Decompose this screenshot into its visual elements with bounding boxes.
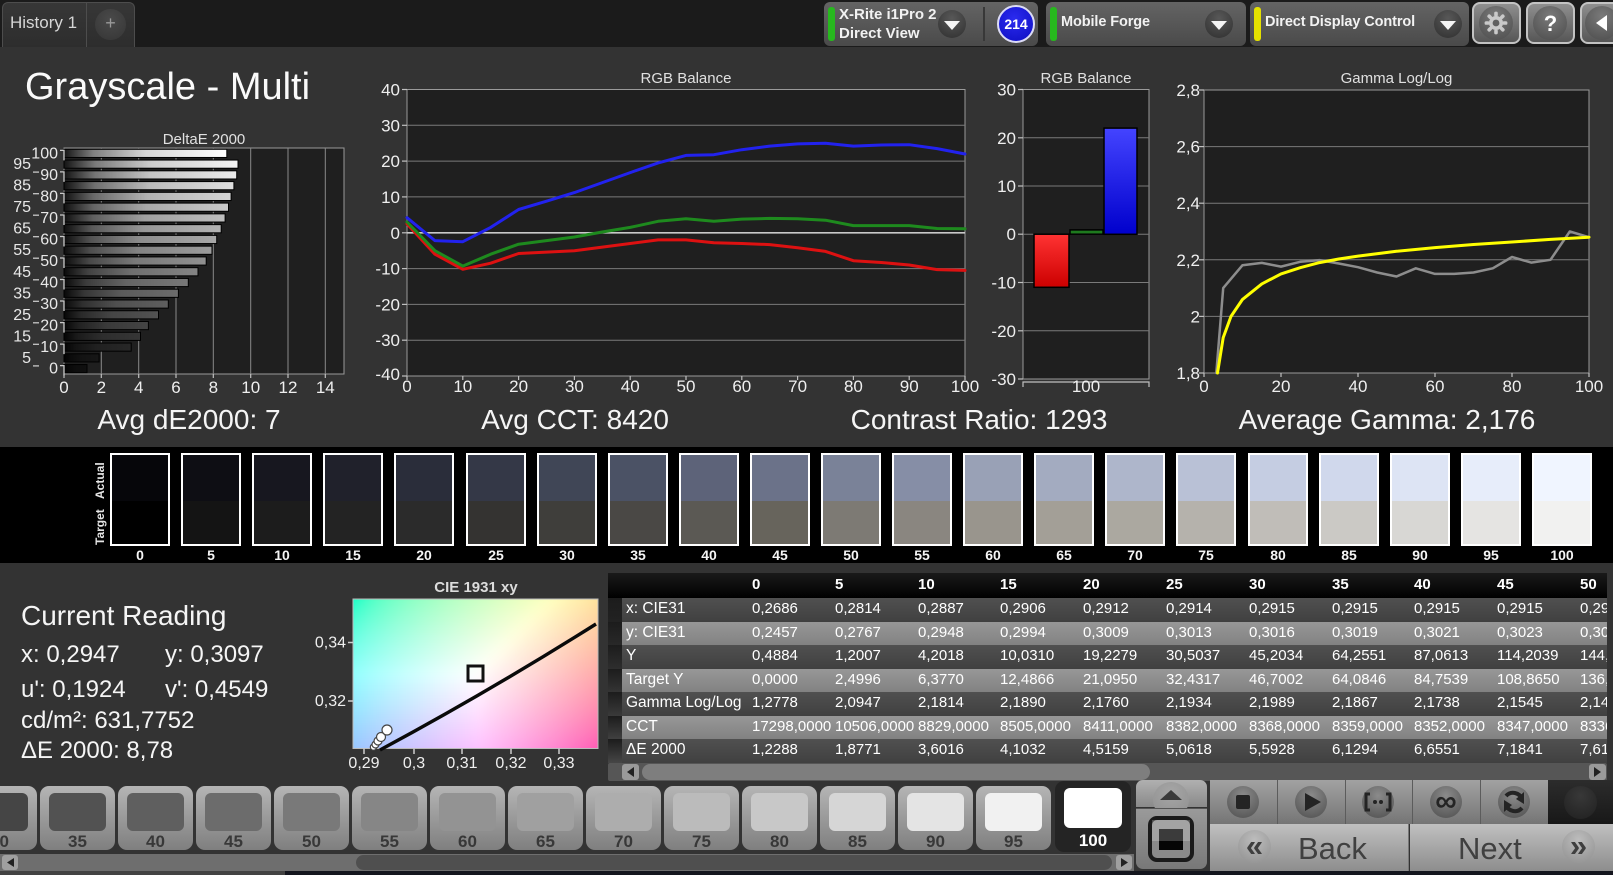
- svg-text:60: 60: [40, 232, 58, 249]
- svg-text:40: 40: [40, 275, 58, 292]
- svg-text:0: 0: [391, 224, 400, 243]
- svg-text:30: 30: [381, 116, 400, 135]
- svg-text:-30: -30: [991, 370, 1016, 389]
- svg-text:5: 5: [22, 350, 31, 367]
- svg-text:-30: -30: [375, 331, 400, 350]
- svg-text:-10: -10: [991, 274, 1016, 293]
- svg-text:Actual: Actual: [93, 462, 107, 499]
- svg-text:20: 20: [997, 129, 1016, 148]
- svg-text:70: 70: [40, 210, 58, 227]
- svg-text:0,29: 0,29: [348, 755, 379, 772]
- svg-text:1,8: 1,8: [1176, 364, 1200, 383]
- svg-text:CIE 1931 xy: CIE 1931 xy: [434, 579, 518, 596]
- svg-text:10: 10: [381, 188, 400, 207]
- svg-text:30: 30: [565, 377, 584, 396]
- svg-text:100: 100: [1575, 377, 1603, 396]
- svg-text:0,33: 0,33: [543, 755, 574, 772]
- svg-text:30: 30: [997, 81, 1016, 100]
- svg-text:0,31: 0,31: [446, 755, 477, 772]
- svg-text:80: 80: [40, 188, 58, 205]
- svg-text:90: 90: [40, 167, 58, 184]
- svg-text:15: 15: [13, 328, 31, 345]
- svg-text:10: 10: [997, 177, 1016, 196]
- svg-text:14: 14: [316, 378, 335, 397]
- svg-text:25: 25: [13, 307, 31, 324]
- svg-text:2,8: 2,8: [1176, 81, 1200, 100]
- svg-text:-40: -40: [375, 365, 400, 384]
- svg-text:0: 0: [49, 361, 58, 378]
- svg-text:RGB Balance: RGB Balance: [1041, 70, 1132, 87]
- svg-text:2,6: 2,6: [1176, 138, 1200, 157]
- svg-text:0,3: 0,3: [403, 755, 425, 772]
- svg-text:45: 45: [13, 264, 31, 281]
- svg-text:20: 20: [40, 318, 58, 335]
- svg-text:0: 0: [59, 378, 68, 397]
- svg-text:-20: -20: [375, 295, 400, 314]
- svg-text:75: 75: [13, 199, 31, 216]
- svg-text:Target: Target: [93, 509, 107, 545]
- svg-text:65: 65: [13, 221, 31, 238]
- svg-text:2,4: 2,4: [1176, 194, 1200, 213]
- svg-text:85: 85: [13, 178, 31, 195]
- svg-text:10: 10: [241, 378, 260, 397]
- svg-text:20: 20: [381, 152, 400, 171]
- svg-text:60: 60: [1426, 377, 1445, 396]
- svg-text:20: 20: [509, 377, 528, 396]
- svg-text:6: 6: [171, 378, 180, 397]
- svg-text:0,32: 0,32: [315, 693, 346, 710]
- svg-text:0,32: 0,32: [495, 755, 526, 772]
- svg-text:2,2: 2,2: [1176, 251, 1200, 270]
- svg-text:Gamma Log/Log: Gamma Log/Log: [1341, 70, 1453, 87]
- svg-text:60: 60: [732, 377, 751, 396]
- svg-text:RGB Balance: RGB Balance: [641, 70, 732, 87]
- svg-text:80: 80: [844, 377, 863, 396]
- svg-text:70: 70: [788, 377, 807, 396]
- svg-text:8: 8: [209, 378, 218, 397]
- svg-text:-10: -10: [375, 260, 400, 279]
- svg-text:100: 100: [1072, 377, 1100, 396]
- svg-text:30: 30: [40, 296, 58, 313]
- svg-text:4: 4: [134, 378, 143, 397]
- svg-text:12: 12: [279, 378, 298, 397]
- svg-text:80: 80: [1503, 377, 1522, 396]
- svg-text:∞: ∞: [1435, 785, 1456, 818]
- svg-text:-20: -20: [991, 322, 1016, 341]
- svg-text:100: 100: [31, 145, 58, 162]
- svg-text:0: 0: [1199, 377, 1208, 396]
- svg-text:90: 90: [900, 377, 919, 396]
- svg-text:DeltaE 2000: DeltaE 2000: [163, 131, 246, 148]
- svg-text:0: 0: [402, 377, 411, 396]
- svg-text:95: 95: [13, 156, 31, 173]
- svg-text:35: 35: [13, 285, 31, 302]
- svg-text:55: 55: [13, 242, 31, 259]
- svg-text:0,34: 0,34: [315, 635, 346, 652]
- svg-text:2: 2: [97, 378, 106, 397]
- svg-text:20: 20: [1272, 377, 1291, 396]
- svg-text:0: 0: [1007, 225, 1016, 244]
- svg-text:40: 40: [381, 81, 400, 100]
- svg-text:100: 100: [951, 377, 979, 396]
- svg-text:10: 10: [40, 339, 58, 356]
- svg-text:2: 2: [1191, 307, 1200, 326]
- svg-text:50: 50: [677, 377, 696, 396]
- svg-text:40: 40: [621, 377, 640, 396]
- svg-text:10: 10: [453, 377, 472, 396]
- svg-text:50: 50: [40, 253, 58, 270]
- svg-text:40: 40: [1349, 377, 1368, 396]
